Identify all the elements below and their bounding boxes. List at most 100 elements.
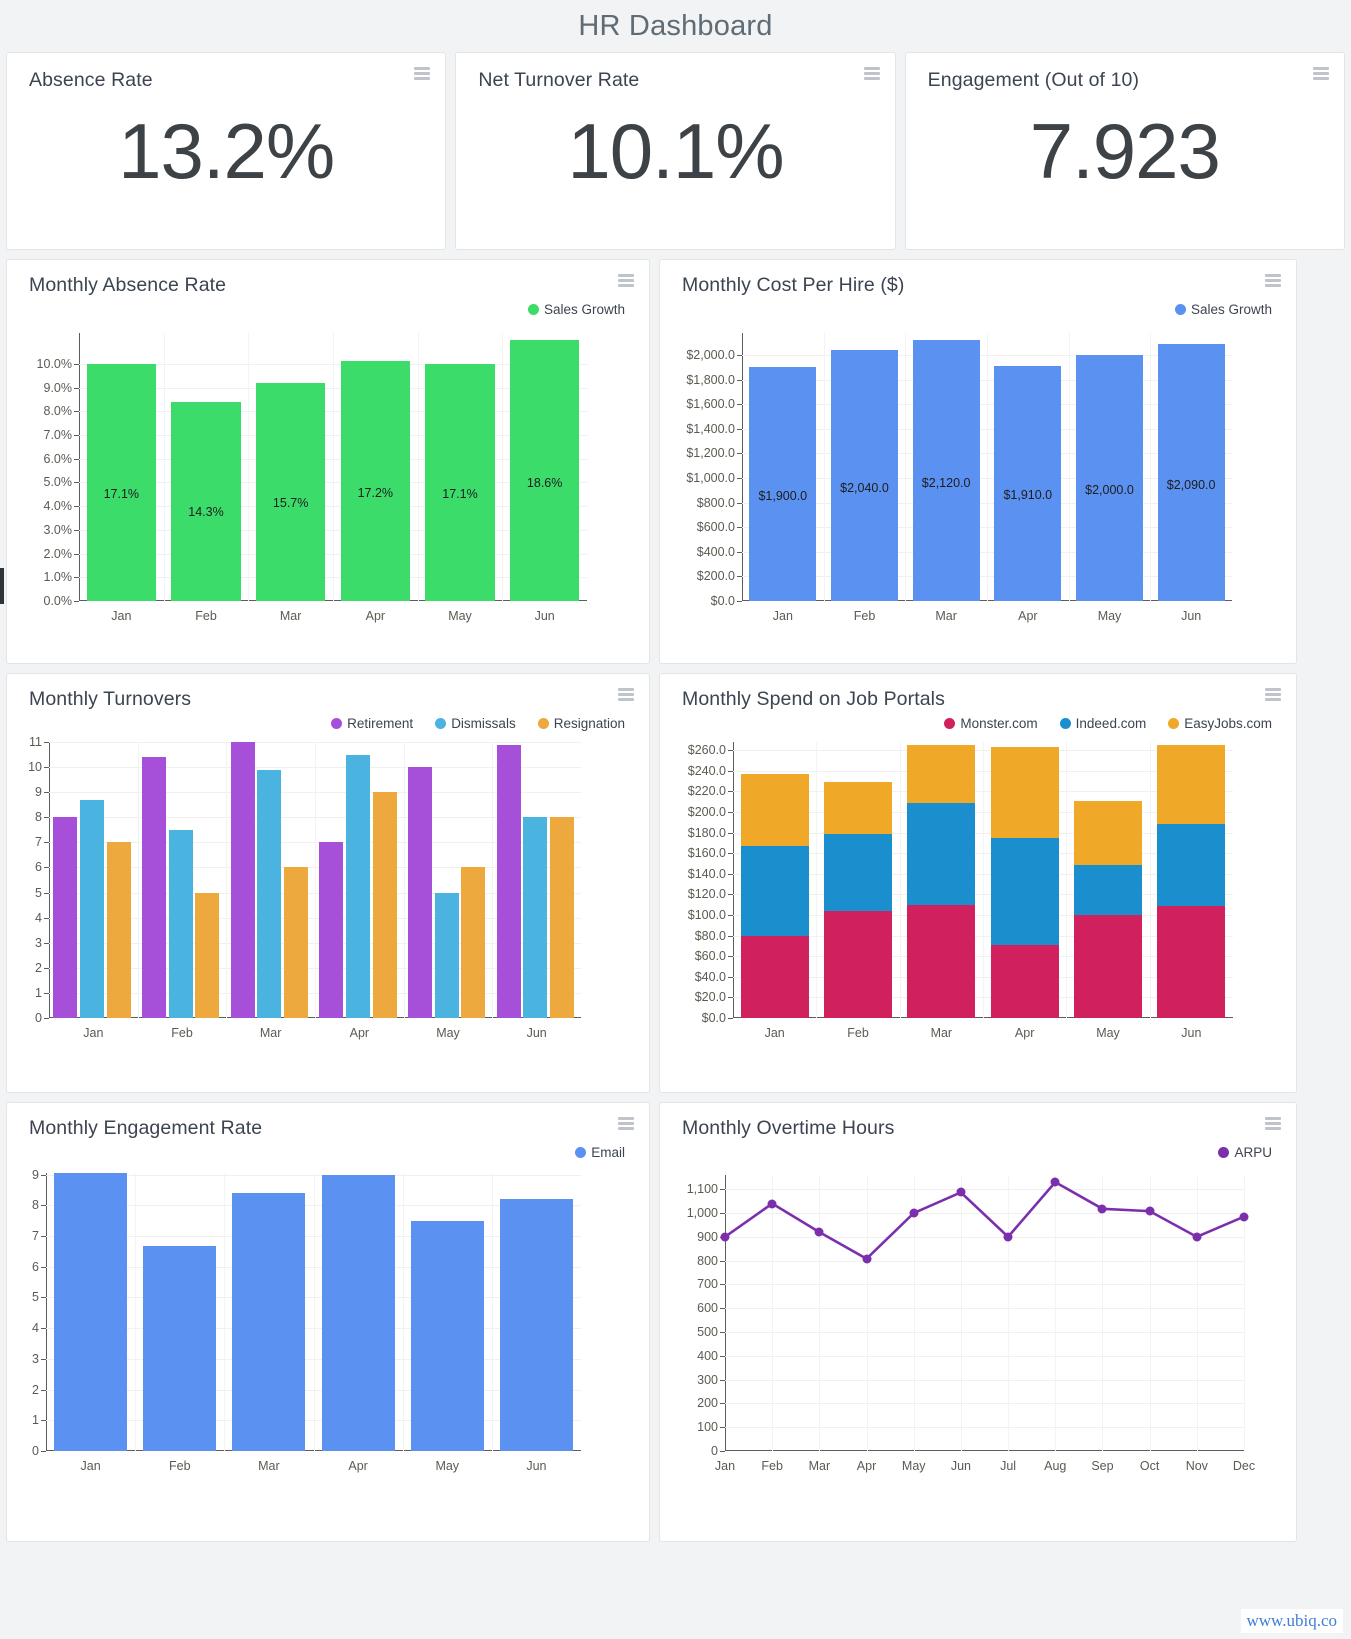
bar[interactable]: 17.2% xyxy=(340,361,411,601)
bar[interactable]: 15.7% xyxy=(255,382,326,601)
chart-card-monthly-absence-rate[interactable]: Monthly Absence Rate Sales Growth 0.0% 1.… xyxy=(6,259,650,664)
vertical-gridline xyxy=(226,742,228,1018)
bar-segment[interactable] xyxy=(1073,864,1143,916)
bar-segment[interactable] xyxy=(1073,800,1143,865)
bar[interactable]: $1,900.0 xyxy=(749,367,817,601)
chart-card-monthly-engagement-rate[interactable]: Monthly Engagement Rate Email 0 1 2 3 4 5 6 7 8 9… xyxy=(6,1102,650,1542)
bar[interactable] xyxy=(496,744,521,1018)
data-point[interactable] xyxy=(862,1254,872,1264)
bar-segment[interactable] xyxy=(1157,745,1226,825)
chart-card-monthly-cost-per-hire[interactable]: Monthly Cost Per Hire ($) Sales Growth $… xyxy=(659,259,1297,664)
bar[interactable]: $2,040.0 xyxy=(831,350,898,601)
bar-segment[interactable] xyxy=(1073,915,1143,1018)
bar[interactable] xyxy=(408,767,433,1018)
hamburger-menu-icon[interactable] xyxy=(618,274,634,287)
kpi-card-engagement[interactable]: Engagement (Out of 10) 7.923 xyxy=(904,52,1345,250)
bar[interactable] xyxy=(142,757,167,1018)
data-point[interactable] xyxy=(909,1208,919,1218)
legend-item[interactable]: Retirement xyxy=(331,716,413,731)
bar[interactable] xyxy=(410,1221,484,1451)
bar-segment[interactable] xyxy=(907,904,976,1018)
bar-segment[interactable] xyxy=(823,910,893,1018)
data-point[interactable] xyxy=(1239,1212,1249,1222)
kpi-card-net-turnover-rate[interactable]: Net Turnover Rate 10.1% xyxy=(455,52,896,250)
legend-item[interactable]: ARPU xyxy=(1218,1145,1272,1160)
data-point[interactable] xyxy=(1097,1204,1107,1214)
data-point[interactable] xyxy=(1145,1206,1155,1216)
hamburger-menu-icon[interactable] xyxy=(1265,1117,1281,1130)
bar-segment[interactable] xyxy=(907,745,976,803)
hamburger-menu-icon[interactable] xyxy=(1312,67,1329,80)
legend-item[interactable]: Sales Growth xyxy=(527,302,625,317)
bar[interactable] xyxy=(434,892,459,1018)
bar[interactable] xyxy=(283,867,308,1018)
footer-url[interactable]: www.ubiq.co xyxy=(1240,1609,1343,1633)
bar[interactable] xyxy=(80,799,104,1018)
data-point[interactable] xyxy=(1050,1177,1060,1187)
hamburger-menu-icon[interactable] xyxy=(1265,274,1281,287)
data-point[interactable] xyxy=(956,1187,966,1197)
bar-segment[interactable] xyxy=(990,944,1059,1018)
bar[interactable] xyxy=(346,754,370,1018)
legend-item[interactable]: Email xyxy=(575,1145,625,1160)
bar[interactable] xyxy=(232,1192,306,1451)
legend-item[interactable]: Monster.com xyxy=(944,716,1038,731)
bar-segment[interactable] xyxy=(740,935,809,1018)
chart-legend: ARPU xyxy=(1218,1145,1272,1160)
bar[interactable]: $2,120.0 xyxy=(912,340,980,601)
chart-card-monthly-overtime-hours[interactable]: Monthly Overtime Hours ARPU 0 100 200 300 40… xyxy=(659,1102,1297,1542)
bar[interactable] xyxy=(499,1199,573,1451)
bar-segment[interactable] xyxy=(740,846,809,936)
bar-segment[interactable] xyxy=(990,837,1059,945)
legend-item[interactable]: Sales Growth xyxy=(1174,302,1272,317)
legend-item[interactable]: Indeed.com xyxy=(1059,716,1146,731)
bar[interactable] xyxy=(54,1173,128,1451)
bar-segment[interactable] xyxy=(990,747,1059,838)
bar[interactable]: $1,910.0 xyxy=(994,366,1062,601)
x-axis-tick-label: Mar xyxy=(935,609,957,623)
bar[interactable]: 14.3% xyxy=(171,401,241,601)
data-point[interactable] xyxy=(814,1227,824,1237)
bar[interactable] xyxy=(230,742,255,1018)
bar-segment[interactable] xyxy=(823,833,893,911)
bar[interactable] xyxy=(523,817,548,1018)
data-point[interactable] xyxy=(1003,1232,1013,1242)
bar[interactable] xyxy=(143,1246,217,1451)
bar[interactable]: 18.6% xyxy=(509,340,580,601)
bar[interactable] xyxy=(257,769,282,1018)
bar[interactable] xyxy=(461,867,486,1018)
hamburger-menu-icon[interactable] xyxy=(1265,688,1281,701)
bar[interactable] xyxy=(168,829,193,1018)
bar[interactable] xyxy=(372,792,397,1018)
bar[interactable] xyxy=(195,892,220,1018)
legend-item[interactable]: Dismissals xyxy=(435,716,516,731)
bar[interactable]: 17.1% xyxy=(86,363,157,601)
legend-item[interactable]: Resignation xyxy=(537,716,625,731)
kpi-card-absence-rate[interactable]: Absence Rate 13.2% xyxy=(6,52,447,250)
bar[interactable] xyxy=(106,842,131,1018)
bar-segment[interactable] xyxy=(907,802,976,905)
hamburger-menu-icon[interactable] xyxy=(618,688,634,701)
chart-card-monthly-turnovers[interactable]: Monthly Turnovers Retirement Dismissals Re… xyxy=(6,673,650,1093)
bar[interactable]: 17.1% xyxy=(425,363,495,601)
data-point[interactable] xyxy=(1192,1232,1202,1242)
data-point[interactable] xyxy=(720,1232,730,1242)
hamburger-menu-icon[interactable] xyxy=(863,67,880,80)
legend-item[interactable]: EasyJobs.com xyxy=(1168,716,1272,731)
y-axis-tick-label: 6 xyxy=(35,860,42,875)
bar-segment[interactable] xyxy=(1157,824,1226,906)
data-point[interactable] xyxy=(767,1199,777,1209)
bar[interactable] xyxy=(319,842,344,1018)
hamburger-menu-icon[interactable] xyxy=(414,67,431,80)
bar[interactable] xyxy=(321,1175,395,1451)
chart-card-monthly-spend-job-portals[interactable]: Monthly Spend on Job Portals Monster.com… xyxy=(659,673,1297,1093)
y-axis-tick-label: 400 xyxy=(697,1348,718,1363)
bar[interactable] xyxy=(549,817,574,1018)
bar[interactable] xyxy=(53,817,78,1018)
bar-segment[interactable] xyxy=(1157,905,1226,1018)
hamburger-menu-icon[interactable] xyxy=(618,1117,634,1130)
bar[interactable]: $2,000.0 xyxy=(1076,355,1143,601)
bar-segment[interactable] xyxy=(740,773,809,847)
bar[interactable]: $2,090.0 xyxy=(1157,344,1225,601)
bar-segment[interactable] xyxy=(823,782,893,834)
